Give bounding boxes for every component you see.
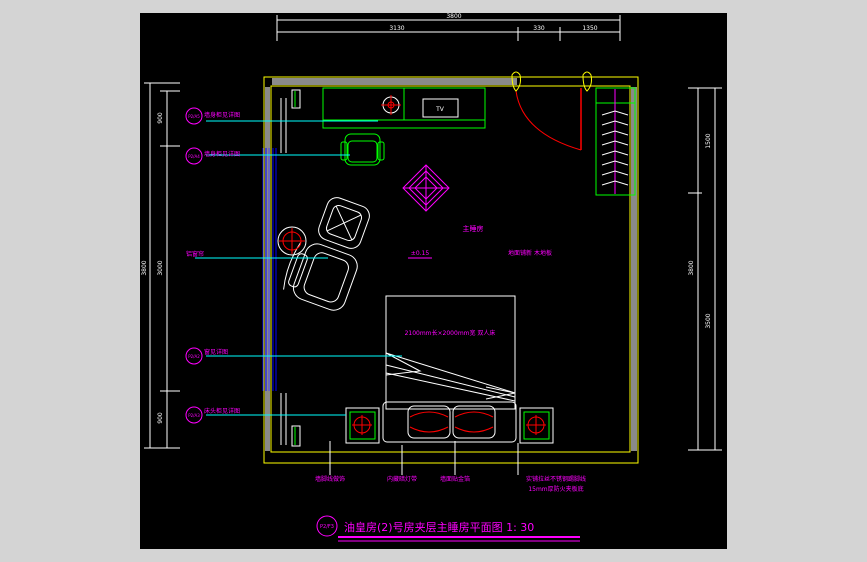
- dim-left-1: 900: [157, 112, 164, 124]
- bottom-note-4: 实铺拉丝不锈钢踢脚线: [526, 475, 586, 483]
- dim-top-total: 3800: [446, 13, 461, 20]
- floor-plan-drawing: 3800 3130 330 1350 900 900 3000 3800 150…: [141, 13, 722, 542]
- leader-lines-bottom: [329, 441, 519, 475]
- bottom-note-1: 墙脚线做饰: [315, 475, 345, 483]
- ottoman: [318, 197, 370, 249]
- bottom-note-2: 内藏暗灯带: [387, 475, 417, 483]
- desk-unit: [322, 87, 486, 129]
- dim-right-total: 3800: [688, 260, 695, 275]
- floor-lamp: [277, 226, 307, 256]
- bottom-note-5: 15mm厚防火夹板底: [528, 485, 583, 493]
- leader-label-2: 墙身柜见详图: [204, 150, 240, 158]
- dim-right-2: 3500: [705, 313, 712, 328]
- dim-top-seg-3: 1350: [582, 25, 597, 32]
- entrance-door: [511, 71, 592, 151]
- leader-label-3: 铝窗帘: [186, 250, 204, 258]
- title-tag: P2/F3: [320, 524, 334, 530]
- room-name: 主睡房: [463, 224, 484, 233]
- leader-label-4: 窗见详图: [204, 348, 228, 356]
- leader-label-5: 床头柜见详图: [204, 407, 240, 415]
- tag-3: P2/A2: [188, 354, 200, 359]
- tag-1: P2/A5: [188, 114, 200, 119]
- tag-2: P2/A4: [188, 154, 200, 159]
- drawing-title: 油皇房(2)号房夹层主睡房平面图 1: 30: [344, 520, 534, 534]
- dim-left-3: 3000: [157, 260, 164, 275]
- floor-medallion: [402, 164, 450, 212]
- dim-left-2: 900: [157, 412, 164, 424]
- level-mark: ±0.15: [411, 250, 430, 257]
- tv-label: TV: [435, 106, 445, 113]
- dim-right-1: 1500: [705, 133, 712, 148]
- cad-viewport[interactable]: 3800 3130 330 1350 900 900 3000 3800 150…: [140, 13, 727, 549]
- bottom-note-3: 墙面贴金箔: [440, 475, 470, 483]
- room-walls: [263, 76, 639, 464]
- tag-4: P2/A3: [188, 413, 200, 418]
- nightstand-left: [345, 407, 380, 444]
- floor-note: 地面铺新 木地板: [508, 249, 552, 257]
- dim-top-seg-2: 330: [533, 25, 545, 32]
- desk-chair: [340, 133, 385, 166]
- nightstand-right: [519, 407, 554, 444]
- leader-label-1: 墙身柜见详图: [204, 111, 240, 119]
- dim-left-total: 3800: [141, 260, 148, 275]
- bed-pillows: [407, 405, 496, 439]
- bed-note: 2100mm长×2000mm宽 双人床: [405, 329, 496, 337]
- dim-top-seg-1: 3130: [389, 25, 404, 32]
